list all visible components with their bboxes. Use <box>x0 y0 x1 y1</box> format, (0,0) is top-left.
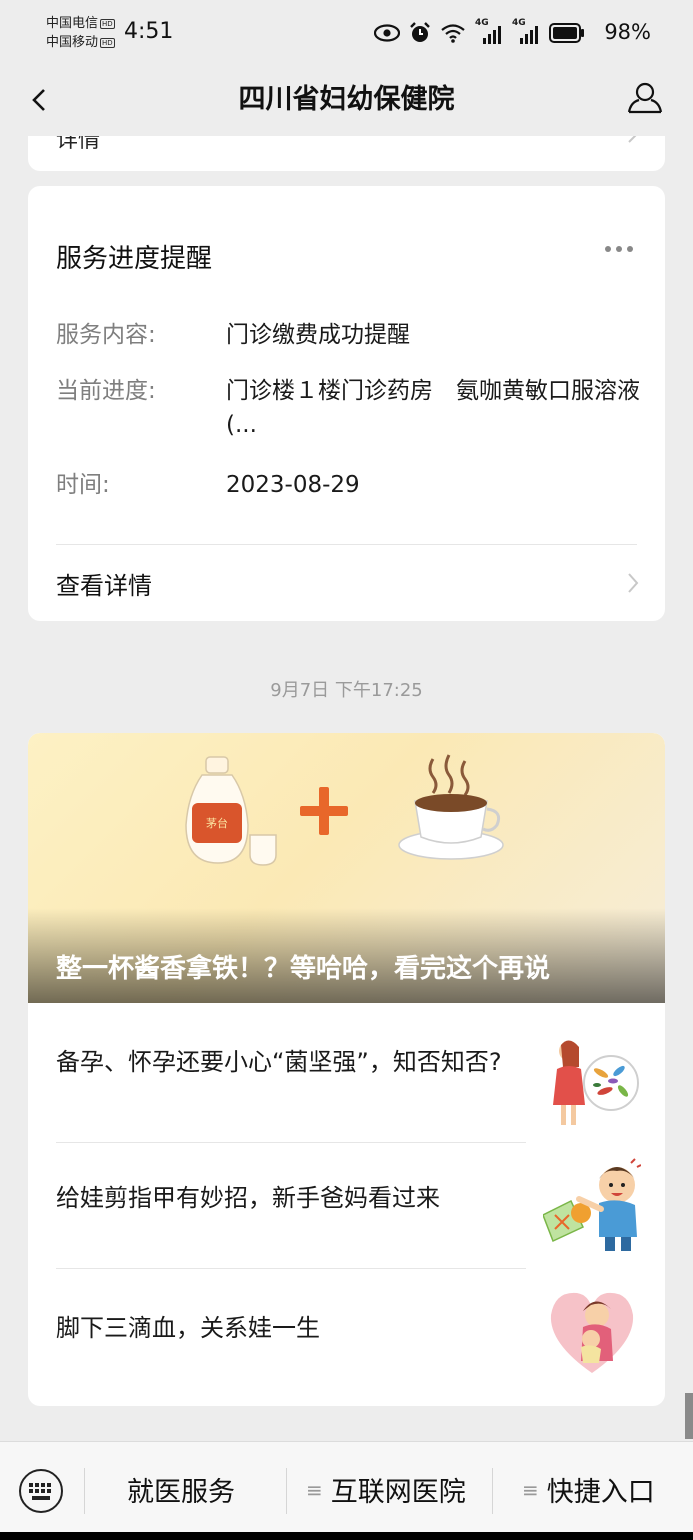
carrier-1: 中国电信 <box>46 16 99 31</box>
plus-icon <box>300 787 348 835</box>
cover-article-title: 整一杯酱香拿铁！？等哈哈，看完这个再说 <box>56 954 551 984</box>
previous-card[interactable]: 详情 <box>28 136 665 171</box>
menu-separator <box>84 1468 85 1514</box>
eye-icon <box>374 24 400 42</box>
signal-1: 4G <box>475 18 503 44</box>
carrier-info: 中国电信 HD 中国移动 HD <box>46 14 115 52</box>
nav-bar: 四川省妇幼保健院 <box>0 66 693 136</box>
article-item[interactable]: 给娃剪指甲有妙招，新手爸妈看过来 <box>28 1143 665 1269</box>
message-timestamp: 9月7日 下午17:25 <box>270 680 423 701</box>
scrollbar[interactable] <box>685 1393 693 1439</box>
article-item[interactable]: 脚下三滴血，关系娃一生 <box>28 1269 665 1395</box>
person-icon <box>627 82 663 114</box>
view-details-link[interactable]: 查看详情 <box>56 566 152 601</box>
menu-label: 就医服务 <box>127 1477 235 1508</box>
article-item[interactable]: 备孕、怀孕还要小心“菌坚强”，知否知否? <box>28 1005 665 1131</box>
divider <box>56 544 637 545</box>
hd-badge: HD <box>100 18 115 29</box>
battery-icon <box>549 23 584 43</box>
keyboard-icon <box>19 1469 63 1513</box>
battery-percent: 98% <box>604 20 651 44</box>
row-value: 门诊楼１楼门诊药房 氨咖黄敏口服溶液(... <box>226 378 640 438</box>
bottle-label: 茅台 <box>206 816 228 830</box>
chevron-right-icon <box>628 573 639 593</box>
article-title: 脚下三滴血，关系娃一生 <box>56 1314 320 1342</box>
signal-bars-icon <box>483 26 501 44</box>
menu-quick-access[interactable]: ≡ 快捷入口 <box>522 1470 655 1509</box>
article-card: 茅台 整一杯酱香拿铁！？等哈哈，看完这个再说 备孕、怀孕还要小心“菌坚强”，知否… <box>28 733 665 1406</box>
coffee-cup-image <box>398 754 504 860</box>
hd-badge: HD <box>100 37 115 48</box>
page-title: 四川省妇幼保健院 <box>238 84 455 115</box>
profile-button[interactable] <box>625 78 665 118</box>
article-thumbnail <box>553 1040 639 1125</box>
menu-list-icon: ≡ <box>522 1477 539 1502</box>
card-title: 服务进度提醒 <box>56 244 213 274</box>
more-icon[interactable] <box>605 246 633 252</box>
article-title: 给娃剪指甲有妙招，新手爸妈看过来 <box>56 1184 440 1212</box>
menu-medical-service[interactable]: 就医服务 <box>127 1470 235 1509</box>
alarm-icon <box>410 22 430 42</box>
bottom-menu: 就医服务 ≡ 互联网医院 ≡ 快捷入口 <box>0 1441 693 1540</box>
signal-bars-icon <box>520 26 538 44</box>
cover-article[interactable]: 茅台 整一杯酱香拿铁！？等哈哈，看完这个再说 <box>28 733 665 1003</box>
signal-2: 4G <box>512 18 540 44</box>
keyboard-toggle-button[interactable] <box>18 1468 64 1514</box>
status-bar: 中国电信 HD 中国移动 HD 4:51 4G 4G 98% <box>0 0 693 66</box>
menu-separator <box>492 1468 493 1514</box>
previous-card-detail-label: 详情 <box>56 136 101 153</box>
carrier-2: 中国移动 <box>46 35 99 50</box>
baijiu-bottle-image: 茅台 <box>185 756 277 866</box>
article-thumbnail <box>550 1292 634 1373</box>
status-icons: 4G 4G <box>374 18 585 47</box>
row-value: 2023-08-29 <box>226 472 360 498</box>
clock: 4:51 <box>124 19 174 44</box>
article-title: 备孕、怀孕还要小心“菌坚强”，知否知否? <box>56 1048 502 1076</box>
message-list[interactable]: 详情 服务进度提醒 服务内容: 门诊缴费成功提醒 当前进度: 门诊楼１楼门诊药房… <box>0 136 693 1441</box>
chevron-right-icon <box>628 136 637 143</box>
menu-internet-hospital[interactable]: ≡ 互联网医院 <box>306 1470 466 1509</box>
menu-label: 快捷入口 <box>546 1477 655 1508</box>
row-key: 服务内容: <box>56 322 156 348</box>
menu-separator <box>286 1468 287 1514</box>
row-key: 时间: <box>56 472 110 498</box>
menu-list-icon: ≡ <box>306 1477 323 1502</box>
service-progress-card: 服务进度提醒 服务内容: 门诊缴费成功提醒 当前进度: 门诊楼１楼门诊药房 氨咖… <box>28 186 665 621</box>
article-thumbnail <box>543 1158 641 1251</box>
menu-label: 互联网医院 <box>330 1477 466 1508</box>
wifi-icon <box>441 24 465 43</box>
row-key: 当前进度: <box>56 378 156 404</box>
row-value: 门诊缴费成功提醒 <box>226 322 410 348</box>
